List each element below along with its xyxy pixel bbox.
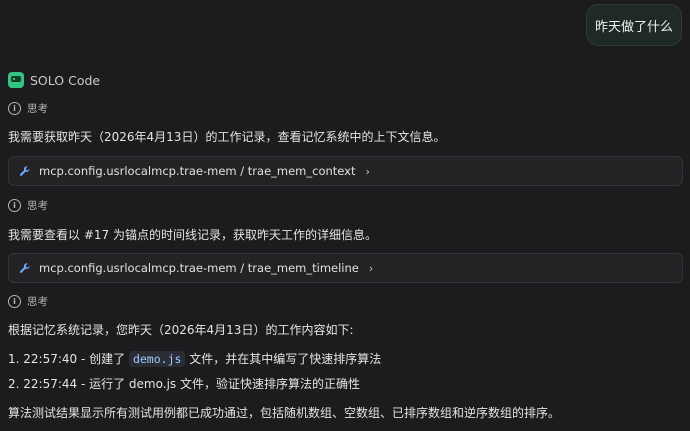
chevron-right-icon: › — [368, 261, 374, 275]
thinking-toggle[interactable]: i 思考 — [8, 101, 48, 116]
work-item: 1. 22:57:40 - 创建了 demo.js 文件，并在其中编写了快速排序… — [8, 350, 381, 367]
thinking-label: 思考 — [27, 103, 48, 115]
think-icon: i — [8, 102, 21, 115]
solo-code-logo-icon — [8, 72, 24, 88]
think-icon: i — [8, 295, 21, 308]
wrench-icon — [19, 263, 30, 273]
agent-name: SOLO Code — [30, 72, 101, 88]
thinking-label: 思考 — [27, 296, 48, 308]
work-item-suffix: 文件，并在其中编写了快速排序算法 — [189, 352, 382, 366]
work-item-prefix: 1. 22:57:40 - 创建了 — [8, 352, 126, 366]
chevron-right-icon: › — [365, 164, 370, 178]
thinking-label: 思考 — [27, 200, 48, 212]
think-icon: i — [8, 199, 21, 212]
thinking-toggle[interactable]: i 思考 — [8, 294, 48, 309]
tool-call-trae-mem-timeline[interactable]: mcp.config.usrlocalmcp.trae-mem / trae_m… — [8, 253, 683, 283]
inline-code: demo.js — [128, 351, 186, 367]
agent-header: SOLO Code — [8, 72, 100, 88]
tool-call-label: mcp.config.usrlocalmcp.trae-mem / trae_m… — [39, 164, 356, 178]
thinking-toggle[interactable]: i 思考 — [8, 198, 48, 213]
user-message-text: 昨天做了什么 — [594, 19, 673, 35]
tool-call-trae-mem-context[interactable]: mcp.config.usrlocalmcp.trae-mem / trae_m… — [8, 156, 683, 186]
work-item: 2. 22:57:44 - 运行了 demo.js 文件，验证快速排序算法的正确… — [8, 377, 360, 391]
agent-paragraph: 我需要查看以 #17 为锚点的时间线记录，获取昨天工作的详细信息。 — [8, 228, 377, 242]
tool-call-label: mcp.config.usrlocalmcp.trae-mem / trae_m… — [39, 261, 359, 275]
wrench-icon — [19, 166, 30, 176]
agent-paragraph: 根据记忆系统记录，您昨天（2026年4月13日）的工作内容如下: — [8, 323, 354, 337]
agent-paragraph: 我需要获取昨天（2026年4月13日）的工作记录，查看记忆系统中的上下文信息。 — [8, 130, 446, 144]
chat-panel: 昨天做了什么 SOLO Code i 思考 我需要获取昨天（2026年4月13日… — [0, 0, 690, 431]
user-message-bubble: 昨天做了什么 — [586, 4, 682, 46]
agent-paragraph: 算法测试结果显示所有测试用例都已成功通过，包括随机数组、空数组、已排序数组和逆序… — [8, 406, 561, 420]
